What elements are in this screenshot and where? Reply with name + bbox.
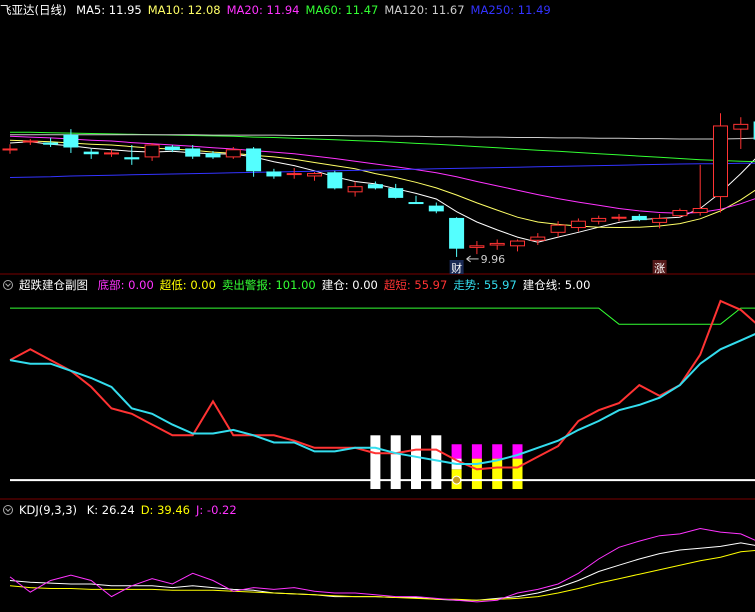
candle-body xyxy=(388,188,404,198)
candle-body xyxy=(327,172,343,189)
collapse-icon[interactable] xyxy=(3,280,13,290)
candle-body xyxy=(550,224,566,233)
candle-body xyxy=(124,157,140,160)
candle-body xyxy=(652,217,668,223)
collapse-icon[interactable] xyxy=(3,505,13,515)
candle-body xyxy=(63,134,79,148)
candle-body xyxy=(591,217,607,222)
signal-bar-yellow xyxy=(512,458,523,490)
candle-body xyxy=(83,151,99,155)
signal-bar-yellow xyxy=(492,458,503,490)
candle-body xyxy=(367,184,383,189)
chart-canvas: 9.96 财 涨 xyxy=(0,113,755,603)
candle-body xyxy=(611,216,627,219)
candle-body xyxy=(286,173,302,176)
candle-body xyxy=(469,245,485,248)
candle-body xyxy=(570,220,586,229)
candle-body xyxy=(530,236,546,241)
signal-bar-magenta xyxy=(471,444,482,459)
sub-lines xyxy=(9,299,755,485)
candle-body xyxy=(144,144,160,158)
candle-body xyxy=(672,209,688,217)
signal-bar-magenta xyxy=(492,444,503,459)
candle-body xyxy=(43,142,59,145)
main-annotations: 9.96 财 涨 xyxy=(449,253,667,275)
indicator-value: K: 26.24 xyxy=(86,503,135,517)
sub-line xyxy=(9,333,755,465)
candle-body xyxy=(692,208,708,213)
candle-body xyxy=(246,148,262,172)
ma-line-ma120 xyxy=(10,134,755,140)
kdj-values: K: 26.24 D: 39.46 J: -0.22 xyxy=(87,503,243,517)
candle-body xyxy=(449,217,465,249)
indicator-value: MA20: 11.94 xyxy=(226,3,300,17)
kdj-line-j xyxy=(9,527,755,603)
candle-body xyxy=(631,215,647,221)
candle-body xyxy=(733,123,749,130)
indicator-value: 底部: 0.00 xyxy=(97,278,154,292)
main-moving-averages xyxy=(9,131,755,243)
signal-bar-magenta xyxy=(451,444,462,459)
candle-body xyxy=(185,148,201,157)
indicator-value: J: -0.22 xyxy=(196,503,237,517)
candle-body xyxy=(225,149,241,158)
sub-header: 超跌建仓副图 底部: 0.00 超低: 0.00 卖出警报: 101.00 建仓: 0… xyxy=(0,277,602,293)
indicator-value: 卖出警报: 101.00 xyxy=(221,278,316,292)
kdj-lines xyxy=(9,527,755,603)
indicator-value: MA120: 11.67 xyxy=(384,3,465,17)
candle-body xyxy=(2,148,18,151)
tag-left-label: 财 xyxy=(451,261,462,275)
candle-body xyxy=(408,202,424,205)
candle-body xyxy=(266,171,282,177)
main-title: 飞亚达(日线) xyxy=(0,3,67,17)
tag-right-label: 涨 xyxy=(654,262,665,275)
candle-body xyxy=(713,125,728,198)
indicator-value: MA5: 11.95 xyxy=(76,3,142,17)
sub-indicator-values: 底部: 0.00 超低: 0.00 卖出警报: 101.00 建仓: 0.00 超短: … xyxy=(98,278,597,292)
sub-line xyxy=(10,307,755,325)
low-price-label: 9.96 xyxy=(481,253,506,266)
sub-line xyxy=(9,299,755,471)
candle-body xyxy=(164,146,180,151)
indicator-value: 超短: 55.97 xyxy=(383,278,448,292)
main-ma-values: MA5: 11.95 MA10: 12.08 MA20: 11.94 MA60: 11… xyxy=(76,3,557,17)
indicator-value: D: 39.46 xyxy=(140,503,190,517)
main-header: 飞亚达(日线) MA5: 11.95 MA10: 12.08 MA20: 11.94… xyxy=(0,2,563,18)
buy-marker-icon xyxy=(452,475,462,485)
indicator-value: 建仓线: 5.00 xyxy=(522,278,591,292)
indicator-value: MA60: 11.47 xyxy=(305,3,379,17)
ma-line-ma60 xyxy=(10,131,755,163)
kdj-title: KDJ(9,3,3) xyxy=(19,503,78,517)
kdj-header: KDJ(9,3,3) K: 26.24 D: 39.46 J: -0.22 xyxy=(0,502,249,518)
ma-line-ma10 xyxy=(9,139,755,229)
candle-body xyxy=(307,173,322,177)
indicator-value: 走势: 55.97 xyxy=(453,278,517,292)
sub-title: 超跌建仓副图 xyxy=(19,278,88,292)
candle-body xyxy=(22,140,38,143)
indicator-value: 建仓: 0.00 xyxy=(321,278,378,292)
ma-line-ma5 xyxy=(9,141,755,243)
main-candles xyxy=(2,113,755,257)
indicator-value: MA10: 12.08 xyxy=(147,3,221,17)
candle-body xyxy=(510,240,525,247)
candle-body xyxy=(489,242,505,246)
indicator-value: MA250: 11.49 xyxy=(470,3,551,17)
candle-body xyxy=(104,152,119,155)
indicator-value: 超低: 0.00 xyxy=(159,278,216,292)
candle-body xyxy=(205,153,221,158)
kdj-line-d xyxy=(9,550,755,601)
candle-body xyxy=(428,205,444,212)
candle-body xyxy=(347,186,363,193)
